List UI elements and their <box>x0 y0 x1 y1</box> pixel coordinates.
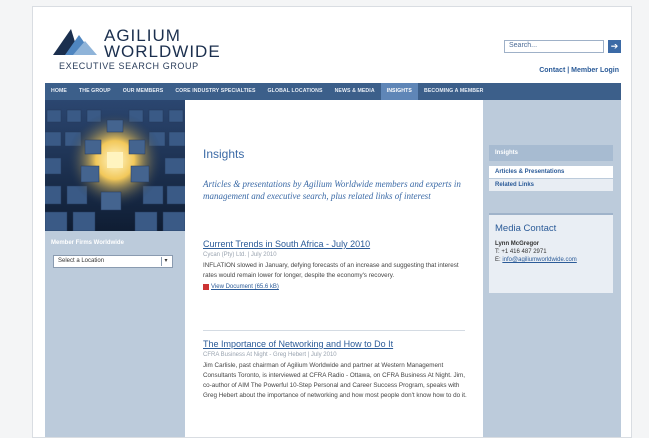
nav-item-insights[interactable]: INSIGHTS <box>380 83 418 100</box>
article-summary: Jim Carlisle, past chairman of Agilium W… <box>203 362 467 399</box>
nav-item-global-locations[interactable]: GLOBAL LOCATIONS <box>262 83 329 100</box>
location-select-value: Select a Location <box>58 258 105 264</box>
sidebar-heading: Insights <box>489 145 613 161</box>
nav-item-core-industry-specialties[interactable]: CORE INDUSTRY SPECIALTIES <box>169 83 261 100</box>
nav-item-home[interactable]: HOME <box>45 83 73 100</box>
search-submit-button[interactable]: ➔ <box>608 40 621 53</box>
nav-item-our-members[interactable]: OUR MEMBERS <box>117 83 170 100</box>
search-input[interactable]: Search... <box>504 40 604 53</box>
article-summary: INFLATION slowed in January, defying for… <box>203 262 459 279</box>
article-meta: CFRA Business At Night - Greg Hebert | J… <box>203 352 337 358</box>
utility-separator: | <box>567 67 570 74</box>
article-title-link[interactable]: Current Trends in South Africa - July 20… <box>203 239 468 249</box>
nav-item-news-media[interactable]: NEWS & MEDIA <box>329 83 381 100</box>
page-frame: AGILIUM WORLDWIDE EXECUTIVE SEARCH GROUP… <box>32 6 632 438</box>
media-contact-box: Media Contact Lynn McGregor T: +1 416 48… <box>489 213 613 293</box>
right-sidebar: Insights Articles & Presentations Relate… <box>483 100 621 437</box>
page-intro: Articles & presentations by Agilium Worl… <box>203 179 461 201</box>
contact-phone: T: +1 416 487 2971 <box>495 249 547 255</box>
member-login-link[interactable]: Member Login <box>571 67 619 74</box>
article-item: The Importance of Networking and How to … <box>203 339 468 401</box>
main-nav: HOME THE GROUP OUR MEMBERS CORE INDUSTRY… <box>45 83 621 100</box>
hero-image <box>45 100 185 231</box>
site-logo[interactable]: AGILIUM WORLDWIDE EXECUTIVE SEARCH GROUP <box>51 25 271 75</box>
page-title: Insights <box>203 147 245 161</box>
media-contact-title: Media Contact <box>495 223 557 234</box>
chevron-down-icon: ▾ <box>161 257 170 266</box>
sidebar-item-articles-presentations[interactable]: Articles & Presentations <box>489 166 613 178</box>
article-divider <box>203 330 465 331</box>
nav-item-becoming-a-member[interactable]: BECOMING A MEMBER <box>418 83 490 100</box>
contact-email-link[interactable]: info@agiliumworldwide.com <box>502 257 576 263</box>
logo-mark-icon <box>53 29 97 55</box>
arrow-right-icon: ➔ <box>610 41 619 51</box>
member-firms-heading: Member Firms Worldwide <box>51 240 124 246</box>
cubes-illustration <box>45 100 185 231</box>
logo-text-line2: WORLDWIDE <box>104 42 221 61</box>
utility-links: Contact | Member Login <box>539 67 619 74</box>
article-item: Current Trends in South Africa - July 20… <box>203 239 468 290</box>
location-select[interactable]: Select a Location ▾ <box>53 255 173 268</box>
article-title-link[interactable]: The Importance of Networking and How to … <box>203 339 468 349</box>
sidebar-item-related-links[interactable]: Related Links <box>489 179 613 191</box>
contact-email-label: E: <box>495 257 501 263</box>
view-document-label: View Document (65.6 kB) <box>211 284 279 290</box>
contact-name: Lynn McGregor <box>495 241 540 247</box>
contact-link[interactable]: Contact <box>539 67 565 74</box>
article-meta: Cycan (Pty) Ltd. | July 2010 <box>203 252 277 258</box>
nav-item-the-group[interactable]: THE GROUP <box>73 83 117 100</box>
left-sidebar: Member Firms Worldwide Select a Location… <box>45 100 185 437</box>
pdf-icon <box>203 284 209 290</box>
logo-tagline: EXECUTIVE SEARCH GROUP <box>59 61 199 71</box>
view-document-link[interactable]: View Document (65.6 kB) <box>203 284 468 290</box>
contact-email-row: E: info@agiliumworldwide.com <box>495 256 607 264</box>
